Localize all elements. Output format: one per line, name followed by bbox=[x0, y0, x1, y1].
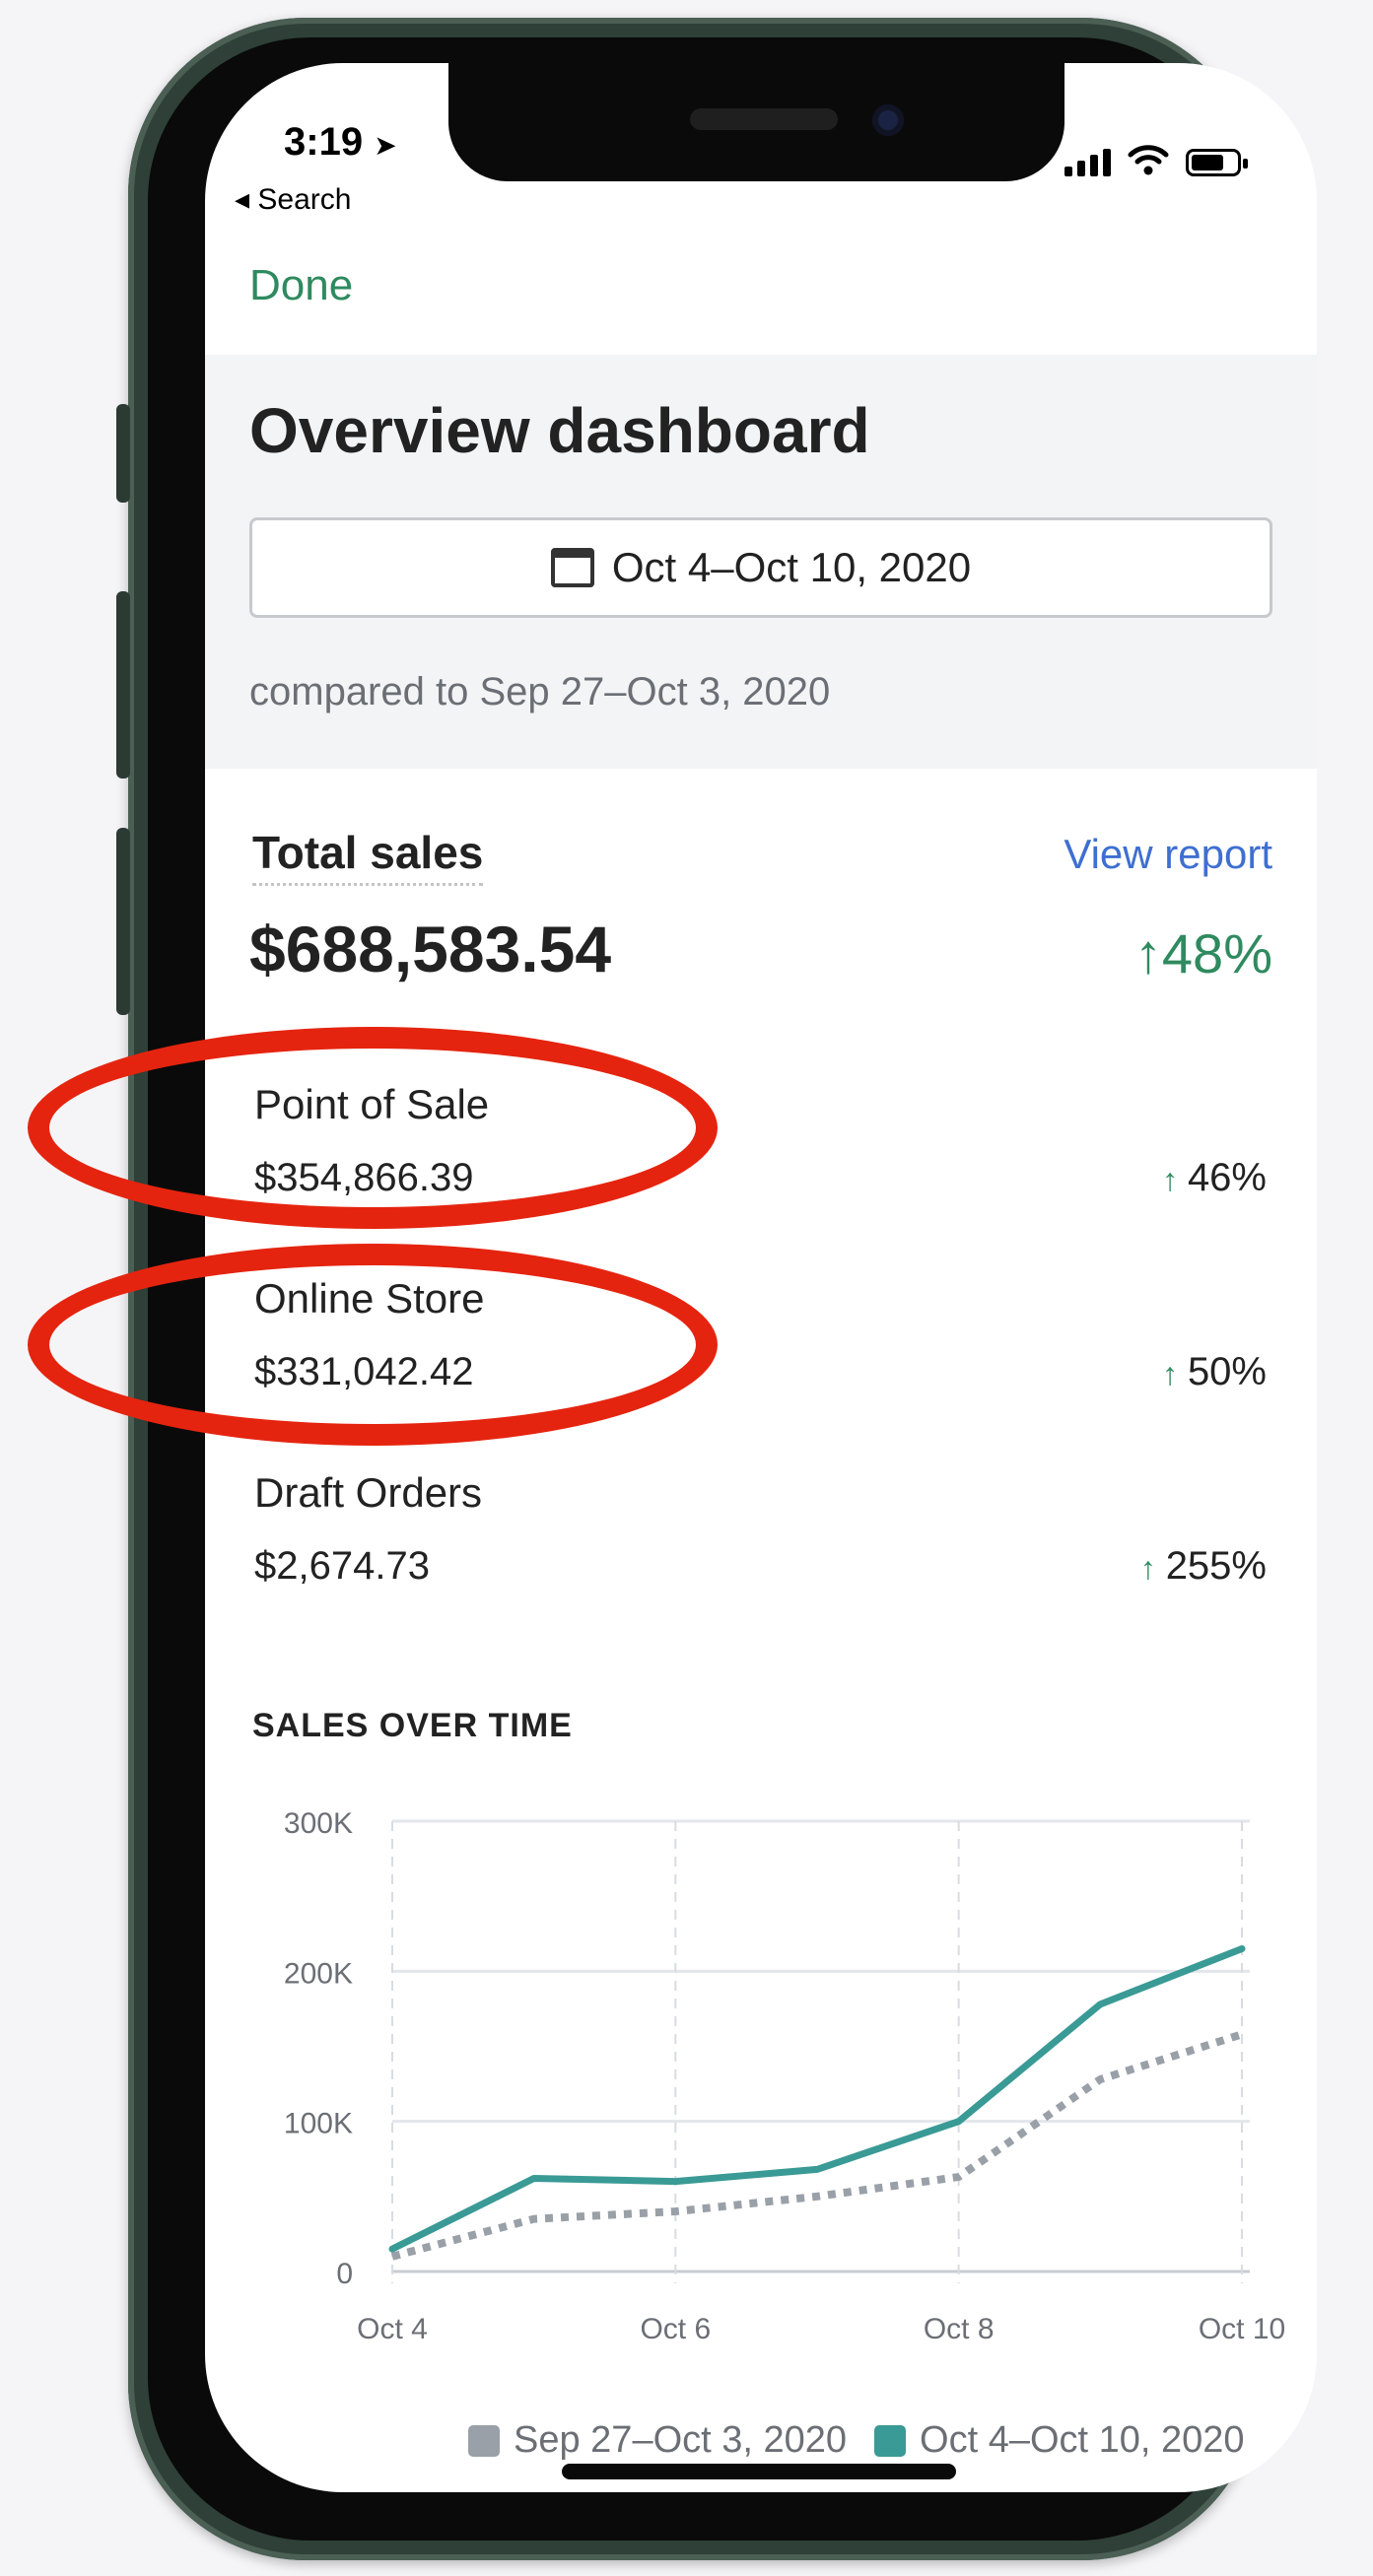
signal-icon bbox=[1064, 149, 1111, 176]
status-icons bbox=[1064, 143, 1248, 176]
chart-title: SALES OVER TIME bbox=[252, 1707, 573, 1744]
x-tick-label: Oct 6 bbox=[640, 2313, 711, 2345]
date-range-label: Oct 4–Oct 10, 2020 bbox=[611, 544, 972, 590]
channel-change-online-store: ↑ 50% bbox=[1161, 1350, 1267, 1393]
legend-label-previous: Sep 27–Oct 3, 2020 bbox=[514, 2419, 848, 2461]
chart-legend: Sep 27–Oct 3, 2020 Oct 4–Oct 10, 2020 bbox=[468, 2419, 1245, 2462]
legend-label-current: Oct 4–Oct 10, 2020 bbox=[920, 2419, 1245, 2461]
comparison-text: compared to Sep 27–Oct 3, 2020 bbox=[249, 670, 831, 713]
total-sales-value: $688,583.54 bbox=[249, 913, 612, 985]
channel-label-draft-orders: Draft Orders bbox=[254, 1469, 483, 1516]
y-tick-label: 100K bbox=[284, 2108, 353, 2140]
speaker-grille bbox=[690, 108, 838, 130]
x-tick-label: Oct 8 bbox=[924, 2313, 995, 2345]
calendar-icon bbox=[550, 548, 594, 587]
up-arrow-icon: ↑ bbox=[1161, 1356, 1178, 1391]
y-tick-label: 0 bbox=[336, 2258, 353, 2290]
sales-over-time-chart: 300K 200K 100K 0Oct 4 Oct 6 Oct 8 Oct 10 bbox=[284, 1807, 1285, 2345]
up-arrow-icon: ↑ bbox=[1161, 1162, 1178, 1197]
notch bbox=[448, 63, 1064, 181]
y-tick-label: 200K bbox=[284, 1957, 353, 1990]
channel-value-draft-orders: $2,674.73 bbox=[254, 1544, 430, 1588]
x-tick-label: Oct 4 bbox=[357, 2313, 428, 2345]
view-report-link[interactable]: View report bbox=[1064, 831, 1272, 878]
done-button[interactable]: Done bbox=[249, 261, 353, 310]
wifi-icon bbox=[1128, 145, 1169, 175]
back-to-search-link[interactable]: ◂ Search bbox=[235, 182, 351, 217]
series-line-current-period bbox=[388, 1944, 1246, 2253]
legend-swatch-previous bbox=[468, 2424, 500, 2457]
location-icon: ➤ bbox=[374, 130, 397, 161]
total-sales-label[interactable]: Total sales bbox=[252, 826, 484, 886]
date-range-button[interactable]: Oct 4–Oct 10, 2020 bbox=[249, 517, 1272, 618]
camera-icon bbox=[872, 104, 904, 136]
status-time: 3:19 ➤ bbox=[284, 120, 397, 164]
home-indicator[interactable] bbox=[562, 2464, 956, 2479]
channel-change-draft-orders: ↑ 255% bbox=[1139, 1544, 1267, 1588]
mute-switch bbox=[116, 404, 130, 503]
highlight-ring-point-of-sale bbox=[28, 1027, 718, 1229]
volume-up-button bbox=[116, 591, 130, 779]
channel-change-point-of-sale: ↑ 46% bbox=[1161, 1156, 1267, 1199]
y-tick-label: 300K bbox=[284, 1807, 353, 1840]
battery-icon bbox=[1186, 149, 1248, 176]
total-sales-change: ↑48% bbox=[1133, 922, 1272, 984]
x-tick-label: Oct 10 bbox=[1199, 2313, 1285, 2345]
page-title: Overview dashboard bbox=[249, 395, 870, 466]
series-line-previous-period bbox=[390, 2030, 1244, 2261]
volume-down-button bbox=[116, 828, 130, 1015]
up-arrow-icon: ↑ bbox=[1139, 1550, 1156, 1586]
legend-swatch-current bbox=[874, 2424, 907, 2457]
highlight-ring-online-store bbox=[28, 1244, 718, 1446]
